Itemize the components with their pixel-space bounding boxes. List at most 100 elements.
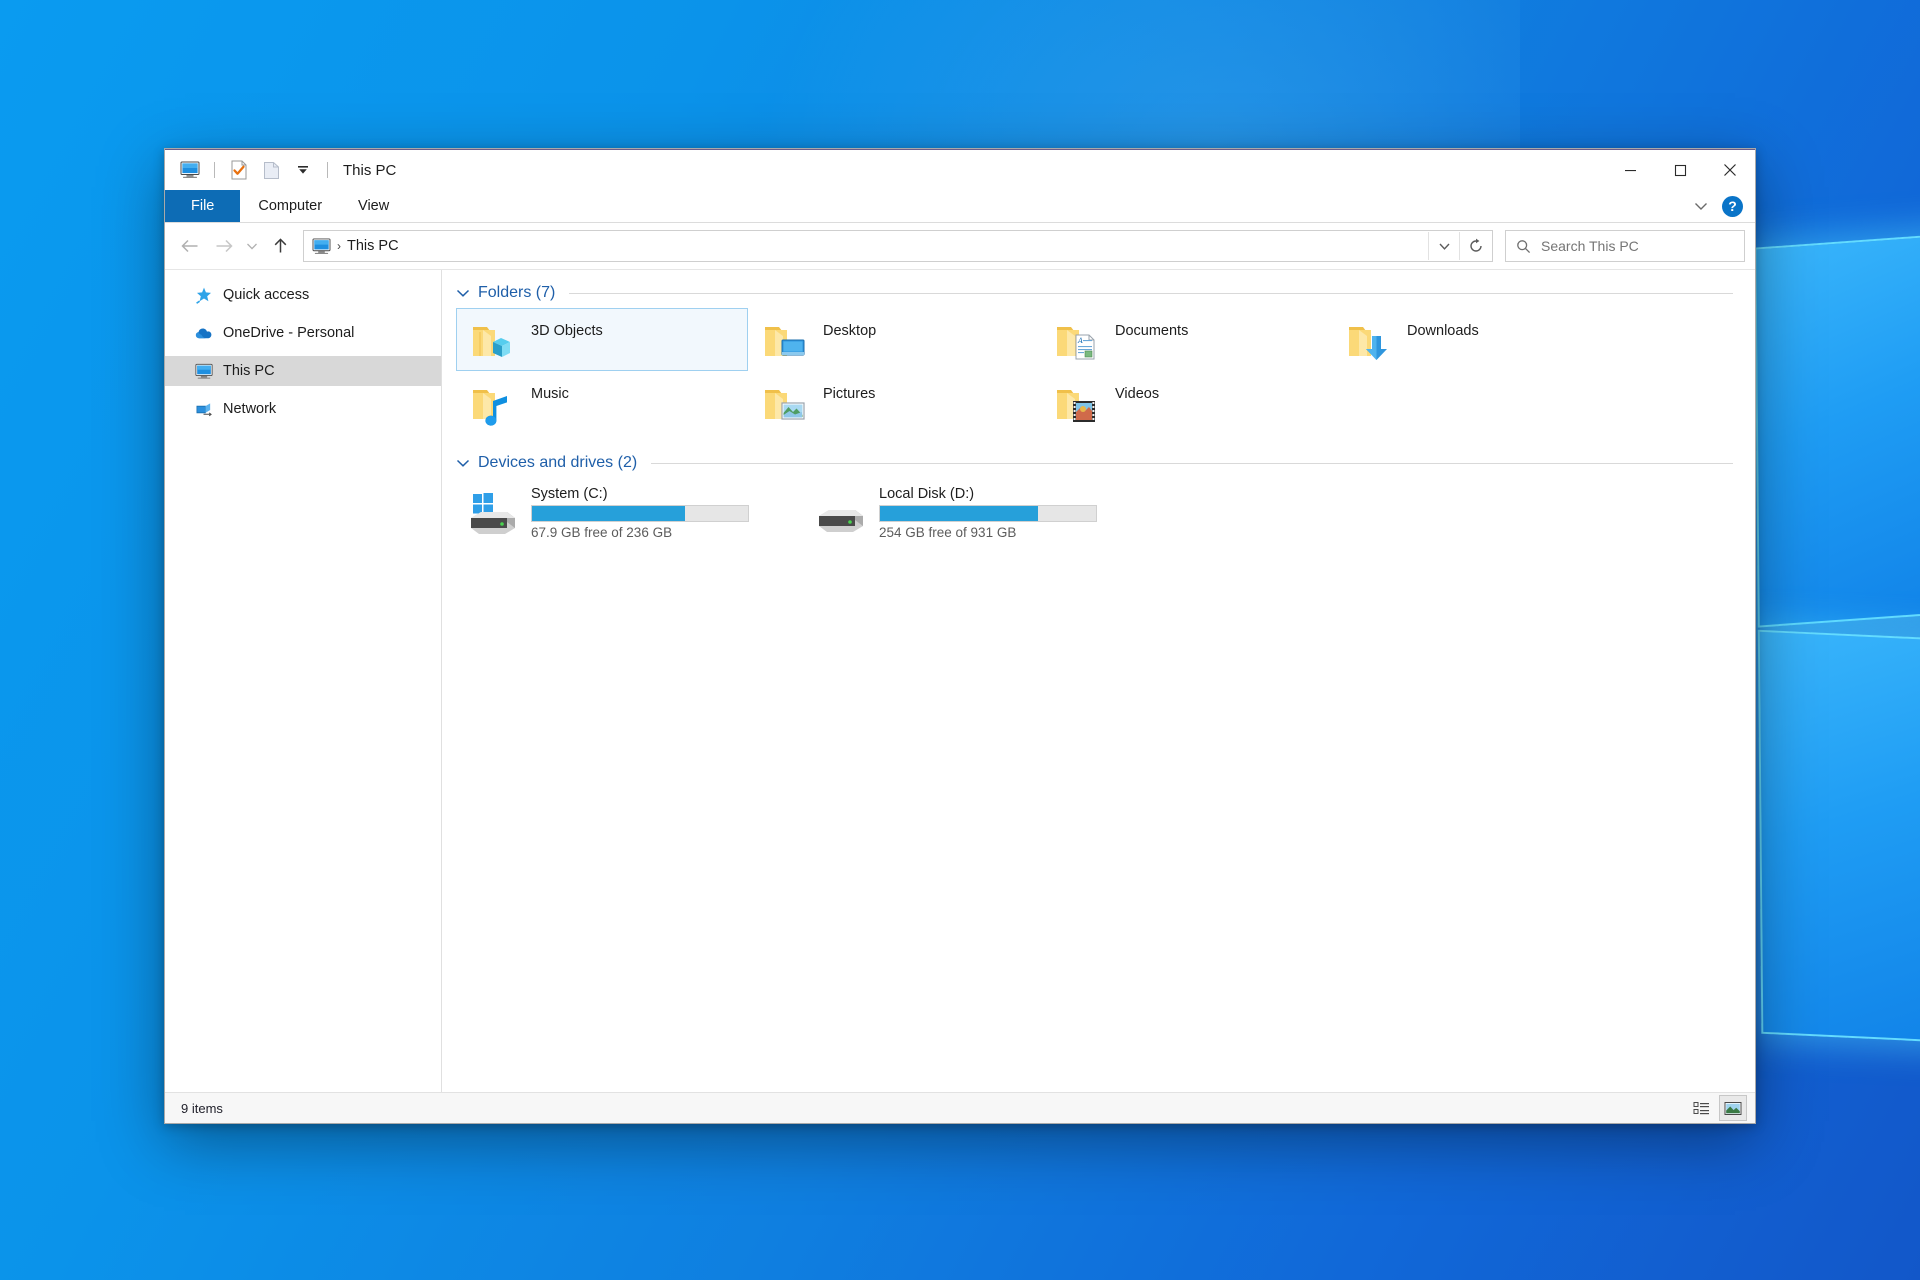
chevron-down-icon[interactable] <box>456 458 470 468</box>
desktop-background: This PC File Computer View ? › This PC S… <box>0 0 1920 1280</box>
sidebar-item-onedrive[interactable]: OneDrive - Personal <box>165 318 441 348</box>
windows-drive-icon <box>467 490 519 536</box>
ribbon-tab-bar: File Computer View ? <box>165 190 1755 223</box>
status-bar: 9 items <box>165 1092 1755 1123</box>
help-button[interactable]: ? <box>1722 195 1743 217</box>
close-button[interactable] <box>1705 150 1755 190</box>
folder-icon-pictures <box>761 379 809 427</box>
address-bar-row: › This PC <box>165 223 1755 269</box>
drives-group-title: Devices and drives (2) <box>478 454 638 471</box>
folder-label: 3D Objects <box>531 322 603 339</box>
folder-label: Videos <box>1115 385 1160 402</box>
folder-icon-desktop <box>761 316 809 364</box>
drive-free-space: 254 GB free of 931 GB <box>879 525 1017 540</box>
folder-icon-music <box>469 379 517 427</box>
forward-arrow-icon[interactable] <box>207 229 241 263</box>
large-icons-view-button[interactable] <box>1719 1095 1747 1121</box>
sidebar-item-label: This PC <box>223 363 275 379</box>
details-view-button[interactable] <box>1687 1095 1715 1121</box>
folders-group-title: Folders (7) <box>478 284 556 301</box>
folder-icon-downloads <box>1345 316 1393 364</box>
this-pc-icon <box>195 362 213 380</box>
drive-tile-local-disk-d[interactable]: Local Disk (D:) 254 GB free of 931 GB <box>804 478 1152 548</box>
folders-group-header[interactable]: Folders (7) <box>456 284 1733 302</box>
folder-label: Downloads <box>1407 322 1479 339</box>
drive-usage-fill <box>880 506 1038 521</box>
view-mode-buttons <box>1687 1095 1747 1121</box>
folders-grid: 3D Objects Desktop A Documents Downloads… <box>456 308 1733 434</box>
sidebar-item-this-pc[interactable]: This PC <box>165 356 441 386</box>
drive-usage-bar <box>531 505 749 522</box>
folder-tile-pictures[interactable]: Pictures <box>748 371 1040 434</box>
toolbar-divider <box>214 162 215 178</box>
folder-icon-videos <box>1053 379 1101 427</box>
wallpaper-pane-bottom-left <box>1757 629 1920 1044</box>
breadcrumb-current: This PC <box>347 238 399 254</box>
drive-free-space: 67.9 GB free of 236 GB <box>531 525 673 540</box>
folder-tile-desktop[interactable]: Desktop <box>748 308 1040 371</box>
drive-name: Local Disk (D:) <box>879 486 975 502</box>
drive-usage-fill <box>532 506 686 521</box>
tab-file[interactable]: File <box>165 190 241 222</box>
drive-name: System (C:) <box>531 486 608 502</box>
folder-tile-documents[interactable]: A Documents <box>1040 308 1332 371</box>
folder-icon-3d-objects <box>469 316 517 364</box>
address-dropdown-icon[interactable] <box>1428 232 1459 260</box>
drive-info: Local Disk (D:) 254 GB free of 931 GB <box>879 486 1097 540</box>
drive-info: System (C:) 67.9 GB free of 236 GB <box>531 486 749 540</box>
window-controls <box>1605 150 1755 190</box>
chevron-down-icon[interactable] <box>1690 195 1712 217</box>
tab-computer[interactable]: Computer <box>240 190 340 222</box>
drives-group-header[interactable]: Devices and drives (2) <box>456 454 1733 472</box>
drives-grid: System (C:) 67.9 GB free of 236 GB Local… <box>456 478 1733 548</box>
ribbon-right-controls: ? <box>1690 190 1747 222</box>
folder-label: Desktop <box>823 322 877 339</box>
hard-drive-icon <box>815 490 867 536</box>
folder-tile-downloads[interactable]: Downloads <box>1332 308 1624 371</box>
window-body: Quick access OneDrive - Personal This PC… <box>165 269 1755 1092</box>
customize-dropdown-icon[interactable] <box>290 157 316 183</box>
wallpaper-pane-top-left <box>1754 233 1920 628</box>
breadcrumb-separator: › <box>337 239 341 253</box>
properties-icon[interactable] <box>226 157 252 183</box>
title-bar: This PC <box>165 149 1755 190</box>
minimize-button[interactable] <box>1605 150 1655 190</box>
up-arrow-icon[interactable] <box>263 229 297 263</box>
this-pc-icon[interactable] <box>177 157 203 183</box>
group-divider <box>651 462 1733 464</box>
sidebar-item-quick-access[interactable]: Quick access <box>165 280 441 310</box>
pin-star-icon <box>195 286 213 304</box>
breadcrumb[interactable]: › This PC <box>304 237 1428 255</box>
refresh-icon[interactable] <box>1459 232 1492 260</box>
sidebar-item-network[interactable]: Network <box>165 394 441 424</box>
address-box[interactable]: › This PC <box>303 230 1493 262</box>
group-divider <box>569 292 1733 294</box>
quick-access-toolbar <box>165 157 333 183</box>
tab-view[interactable]: View <box>340 190 407 222</box>
drive-usage-bar <box>879 505 1097 522</box>
chevron-down-icon[interactable] <box>456 288 470 298</box>
new-folder-icon[interactable] <box>258 157 284 183</box>
folder-icon-documents: A <box>1053 316 1101 364</box>
folder-tile-videos[interactable]: Videos <box>1040 371 1332 434</box>
folder-tile-music[interactable]: Music <box>456 371 748 434</box>
sidebar-item-label: OneDrive - Personal <box>223 325 355 341</box>
content-pane: Folders (7) 3D Objects Desktop A Documen… <box>442 270 1755 1092</box>
item-count-status: 9 items <box>181 1100 223 1116</box>
cloud-icon <box>195 324 213 342</box>
folder-tile-3d-objects[interactable]: 3D Objects <box>456 308 748 371</box>
folder-label: Documents <box>1115 322 1189 339</box>
toolbar-divider-2 <box>327 162 328 178</box>
search-box[interactable] <box>1505 230 1745 262</box>
network-icon <box>195 400 213 418</box>
recent-locations-icon[interactable] <box>241 229 263 263</box>
maximize-button[interactable] <box>1655 150 1705 190</box>
folder-label: Music <box>531 385 569 402</box>
drive-tile-system-c[interactable]: System (C:) 67.9 GB free of 236 GB <box>456 478 804 548</box>
search-icon <box>1506 239 1539 254</box>
this-pc-icon <box>312 237 331 255</box>
svg-text:A: A <box>1077 337 1083 345</box>
back-arrow-icon[interactable] <box>173 229 207 263</box>
search-input[interactable] <box>1539 237 1744 255</box>
sidebar-item-label: Network <box>223 401 277 417</box>
